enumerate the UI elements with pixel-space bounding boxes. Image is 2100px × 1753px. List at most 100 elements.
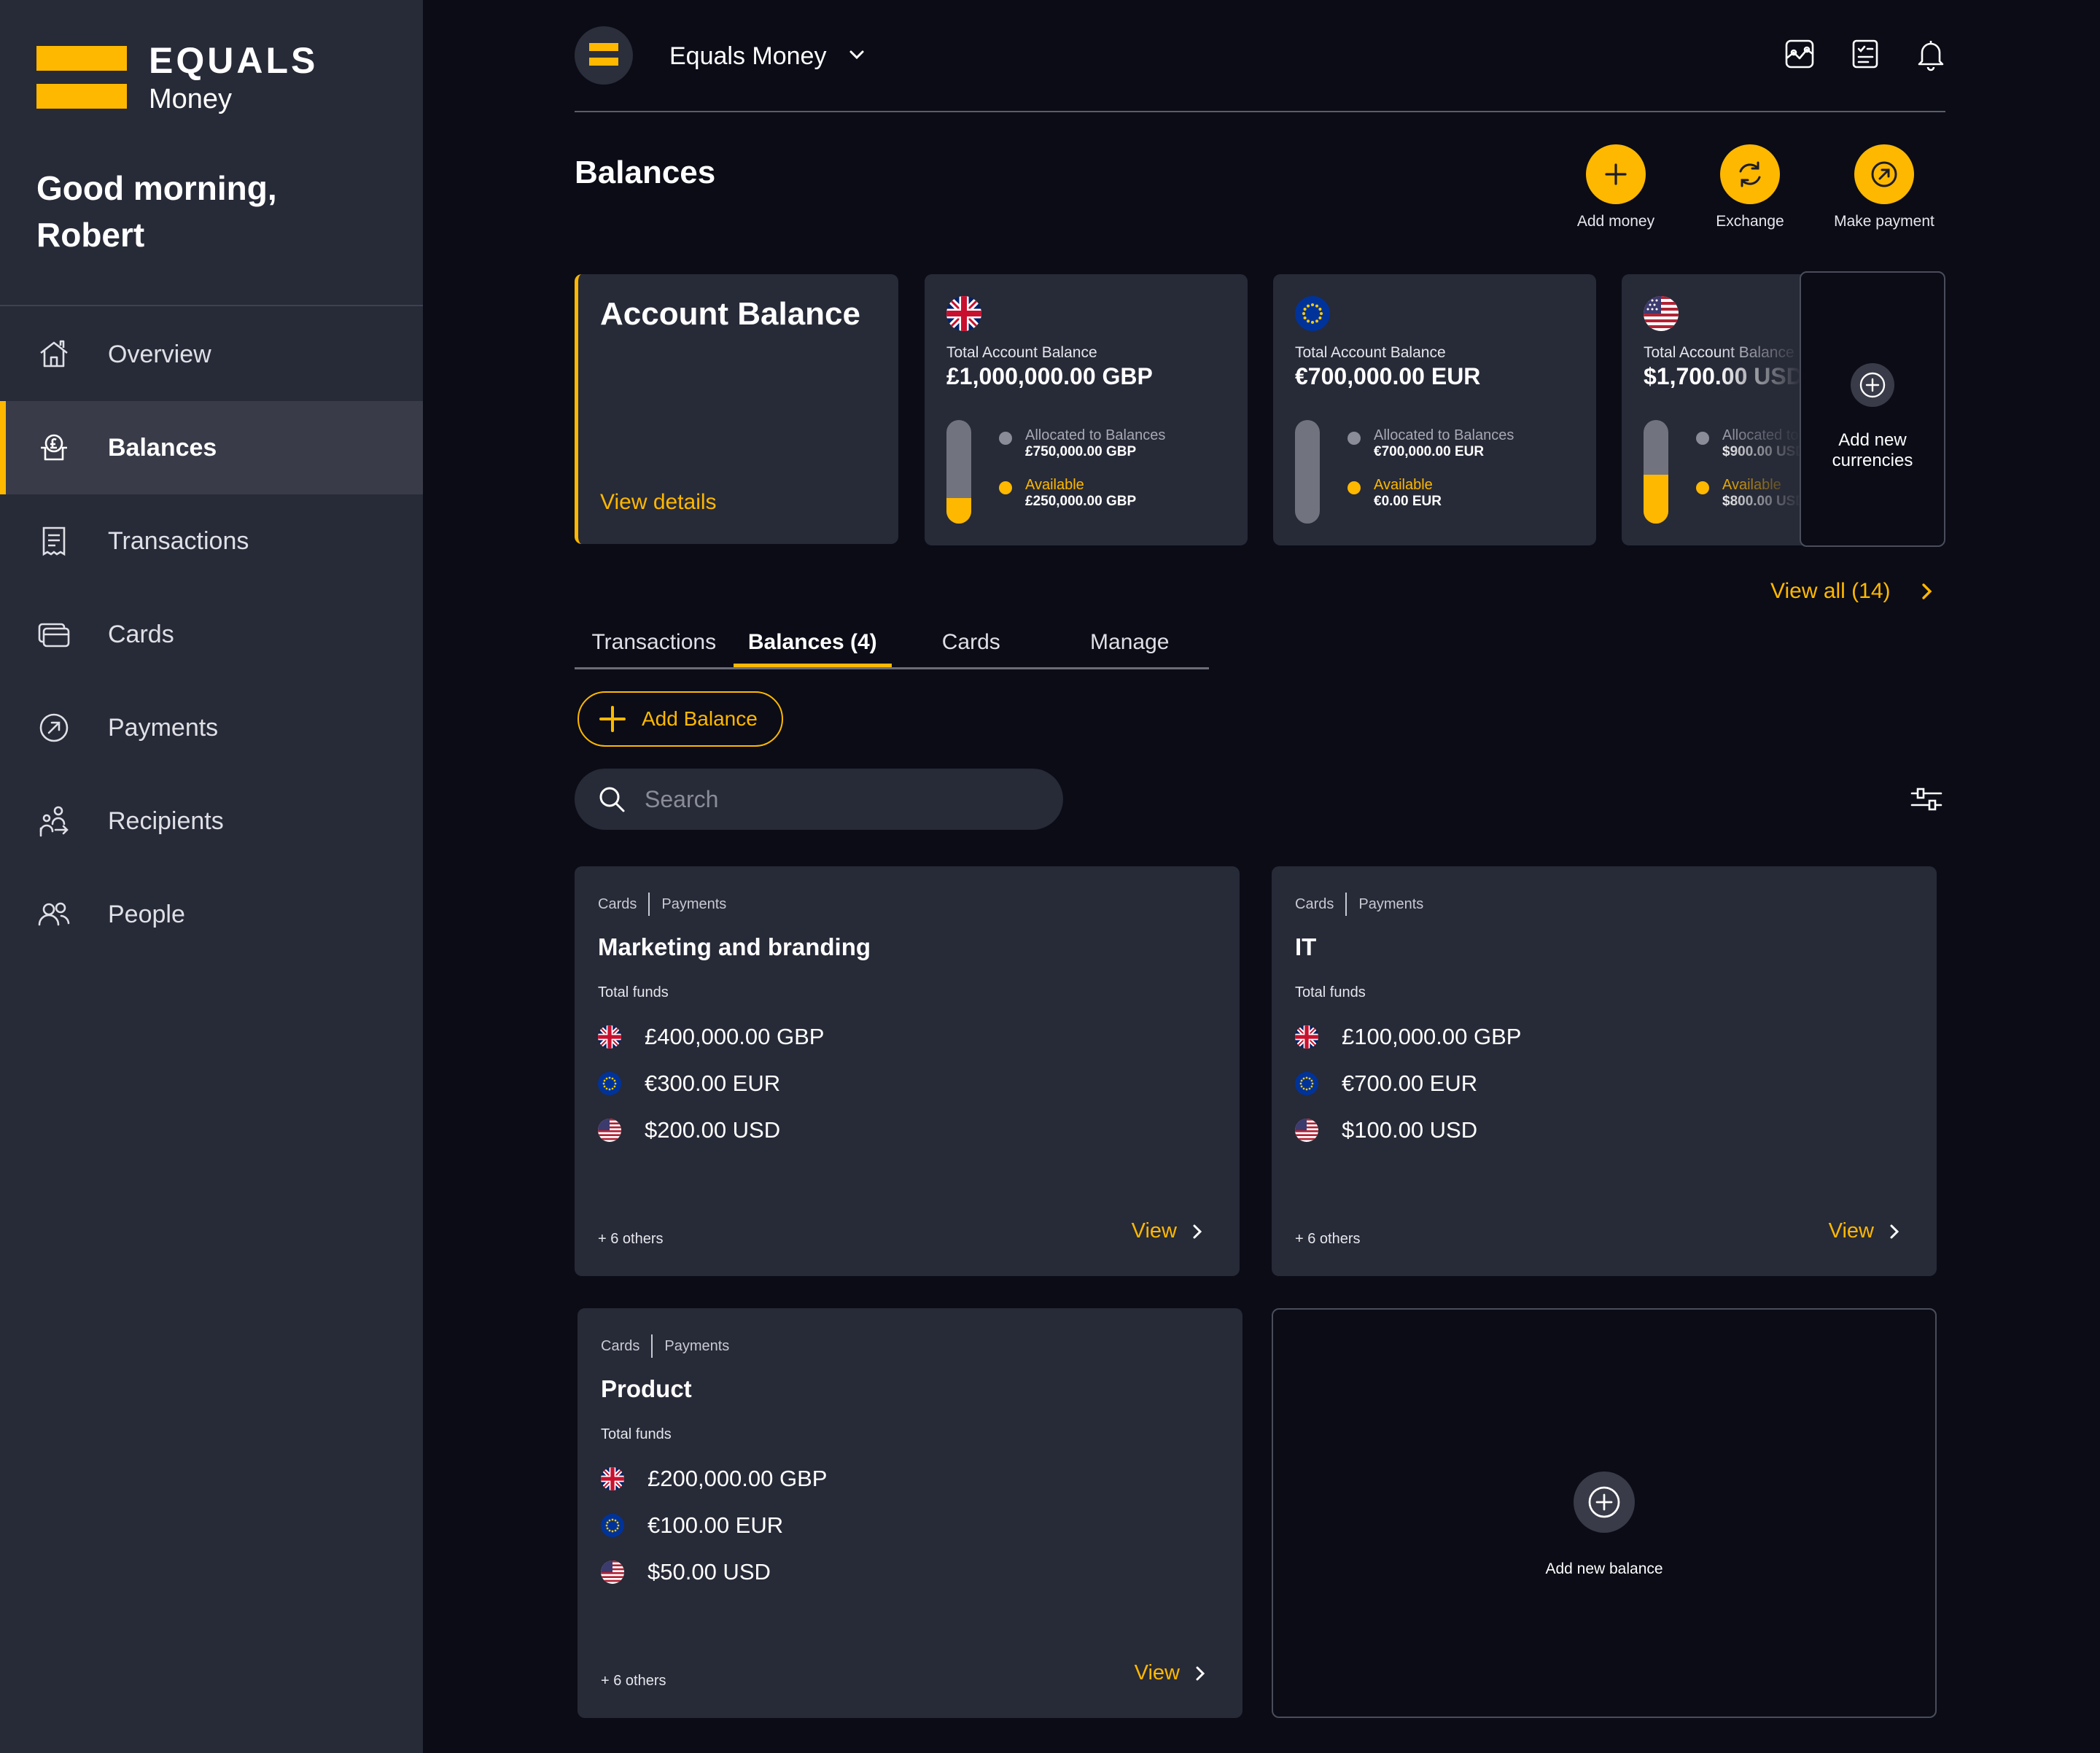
- view-balance-link[interactable]: View: [1829, 1219, 1905, 1243]
- add-circle-icon: [1859, 372, 1886, 398]
- total-funds-label: Total funds: [1295, 984, 1366, 1000]
- fund-amount: $200.00 USD: [645, 1117, 781, 1143]
- account-balance-title: Account Balance: [600, 296, 860, 332]
- add-new-balance-label: Add new balance: [1545, 1560, 1663, 1577]
- search-input[interactable]: [645, 785, 1009, 813]
- fund-amount: £200,000.00 GBP: [648, 1466, 828, 1491]
- add-currency-card[interactable]: Add new currencies: [1800, 271, 1945, 547]
- transactions-icon: [42, 526, 66, 556]
- others-count: + 6 others: [601, 1673, 666, 1689]
- tab-cards[interactable]: Cards: [892, 623, 1051, 667]
- currency-card-eur[interactable]: Total Account Balance €700,000.00 EUR Al…: [1273, 274, 1596, 545]
- analytics-icon[interactable]: [1782, 36, 1817, 71]
- us-flag-icon: [601, 1560, 624, 1584]
- logo-mark-icon: [36, 46, 127, 122]
- balance-tags: Cards Payments: [598, 893, 726, 916]
- sidebar-nav: Overview Balances Transactions Cards Pay…: [0, 308, 423, 961]
- card-fade-overlay: [1716, 274, 1811, 545]
- view-balance-link[interactable]: View: [1132, 1219, 1208, 1243]
- fund-amount: £100,000.00 GBP: [1342, 1024, 1522, 1049]
- chevron-down-icon[interactable]: [844, 42, 869, 67]
- sidebar-item-recipients[interactable]: Recipients: [0, 774, 423, 868]
- chevron-right-icon: [1196, 1666, 1205, 1680]
- fund-amount: £400,000.00 GBP: [645, 1024, 825, 1049]
- eu-flag-icon: [598, 1072, 621, 1095]
- view-label: View: [1828, 1219, 1874, 1243]
- view-details-link[interactable]: View details: [600, 490, 717, 515]
- sidebar-item-label: Balances: [108, 433, 217, 462]
- total-funds-label: Total funds: [601, 1426, 672, 1442]
- available-label: Available: [1374, 477, 1433, 493]
- filter-icon[interactable]: [1910, 783, 1942, 815]
- add-balance-button[interactable]: Add Balance: [578, 691, 783, 747]
- currency-card-gbp[interactable]: Total Account Balance £1,000,000.00 GBP …: [925, 274, 1248, 545]
- tab-balances[interactable]: Balances (4): [733, 623, 892, 667]
- balance-card[interactable]: Cards Payments IT Total funds £100,000.00…: [1272, 866, 1937, 1276]
- view-all-link[interactable]: View all (14): [1770, 579, 1891, 604]
- gauge-available-fill: [946, 497, 971, 524]
- payments-icon: [39, 713, 69, 742]
- sidebar-item-people[interactable]: People: [0, 868, 423, 961]
- allocated-label: Allocated to Balances: [1374, 427, 1514, 443]
- fund-row: €300.00 EUR: [598, 1070, 780, 1097]
- sidebar-item-balances[interactable]: Balances: [0, 401, 423, 494]
- available-amount: €0.00 EUR: [1374, 494, 1442, 509]
- sidebar-divider: [0, 305, 423, 306]
- fund-row: £200,000.00 GBP: [601, 1466, 827, 1492]
- make-payment-button[interactable]: Make payment: [1826, 144, 1942, 230]
- others-count: + 6 others: [598, 1231, 664, 1247]
- sidebar-item-transactions[interactable]: Transactions: [0, 494, 423, 588]
- balance-name: Marketing and branding: [598, 933, 871, 960]
- plus-icon: [599, 706, 626, 732]
- search-bar: [575, 769, 1063, 830]
- others-count: + 6 others: [1295, 1231, 1361, 1247]
- sidebar-item-payments[interactable]: Payments: [0, 681, 423, 774]
- available-legend: Available £250,000.00 GBP: [999, 477, 1136, 510]
- plus-icon: [1605, 163, 1627, 185]
- balance-gauge: [946, 420, 971, 524]
- us-flag-icon: [598, 1119, 621, 1142]
- exchange-button[interactable]: Exchange: [1692, 144, 1808, 230]
- page-title: Balances: [575, 155, 716, 190]
- tab-manage[interactable]: Manage: [1051, 623, 1210, 667]
- tab-transactions[interactable]: Transactions: [575, 623, 734, 667]
- available-legend: Available €0.00 EUR: [1348, 477, 1442, 510]
- add-balance-label: Add Balance: [642, 707, 758, 730]
- reports-icon[interactable]: [1848, 36, 1883, 71]
- balance-tags: Cards Payments: [601, 1334, 729, 1358]
- view-label: View: [1134, 1661, 1180, 1684]
- brand-logo[interactable]: EQUALS Money: [36, 40, 318, 122]
- balance-card[interactable]: Cards Payments Product Total funds £200,0…: [578, 1308, 1242, 1718]
- currency-card-usd[interactable]: Total Account Balance $1,700.00 USD Allo…: [1622, 274, 1811, 545]
- payment-arrow-icon: [1871, 161, 1897, 187]
- fund-row: £100,000.00 GBP: [1295, 1024, 1521, 1050]
- sidebar-item-overview[interactable]: Overview: [0, 308, 423, 401]
- chevron-right-icon[interactable]: [1916, 579, 1938, 604]
- tag-payments: Payments: [1358, 895, 1424, 912]
- fund-amount: €300.00 EUR: [645, 1070, 781, 1096]
- us-flag-icon: [1295, 1119, 1318, 1142]
- view-balance-link[interactable]: View: [1135, 1661, 1210, 1685]
- sidebar-item-label: Payments: [108, 713, 219, 742]
- sidebar-item-cards[interactable]: Cards: [0, 588, 423, 681]
- allocated-legend: Allocated to Balances €700,000.00 EUR: [1348, 427, 1514, 460]
- balance-card[interactable]: Cards Payments Marketing and branding Tot…: [575, 866, 1240, 1276]
- cards-icon: [38, 623, 70, 648]
- view-label: View: [1131, 1219, 1177, 1243]
- balance-tags: Cards Payments: [1295, 893, 1423, 916]
- fund-amount: €700.00 EUR: [1342, 1070, 1478, 1096]
- add-money-button[interactable]: Add money: [1558, 144, 1674, 230]
- notifications-icon[interactable]: [1913, 36, 1948, 71]
- org-logo-icon[interactable]: [575, 26, 633, 85]
- home-icon: [40, 340, 68, 368]
- fund-amount: $100.00 USD: [1342, 1117, 1478, 1143]
- eu-flag-icon: [1295, 296, 1330, 331]
- fund-amount: €100.00 EUR: [648, 1512, 784, 1538]
- add-new-balance-card[interactable]: Add new balance: [1272, 1308, 1937, 1718]
- brand-title: EQUALS: [149, 40, 319, 81]
- balance-name: Product: [601, 1375, 692, 1402]
- total-balance-label: Total Account Balance: [1295, 344, 1446, 361]
- org-switcher-label[interactable]: Equals Money: [669, 42, 826, 71]
- fund-row: £400,000.00 GBP: [598, 1024, 824, 1050]
- chevron-right-icon: [1890, 1224, 1899, 1238]
